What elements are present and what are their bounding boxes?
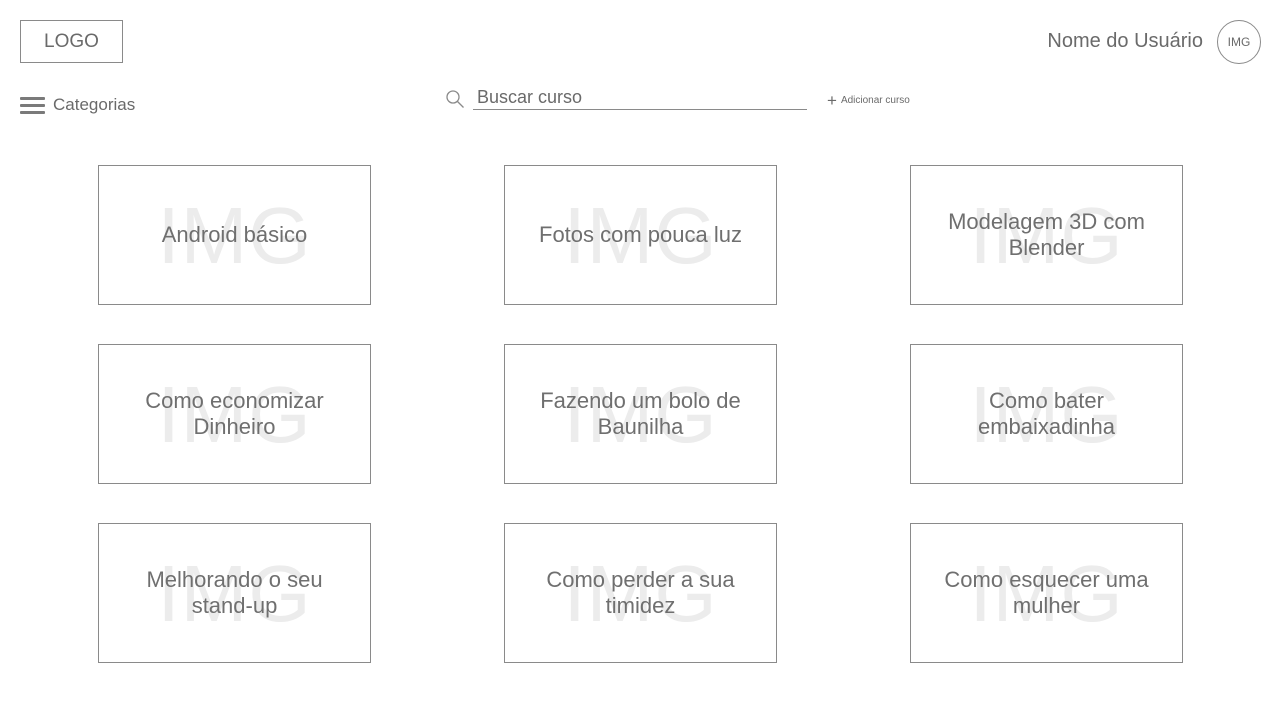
course-title: Como esquecer uma mulher (944, 567, 1149, 618)
course-title: Fazendo um bolo de Baunilha (540, 388, 741, 439)
search-input[interactable] (473, 86, 807, 110)
course-title: Fotos com pouca luz (539, 222, 742, 247)
course-card[interactable]: IMG Fotos com pouca luz (504, 165, 777, 305)
add-course-label: Adicionar curso (840, 95, 910, 106)
user-name[interactable]: Nome do Usuário (1047, 30, 1203, 53)
logo[interactable]: LOGO (20, 20, 123, 63)
course-card[interactable]: IMG Como esquecer uma mulher (910, 523, 1183, 663)
categories-menu[interactable]: Categorias (20, 94, 135, 116)
course-card[interactable]: IMG Melhorando o seu stand-up (98, 523, 371, 663)
plus-icon: + (827, 91, 837, 110)
add-course-button[interactable]: + Adicionar curso (827, 92, 910, 109)
course-card[interactable]: IMG Modelagem 3D com Blender (910, 165, 1183, 305)
course-title: Como bater embaixadinha (978, 388, 1115, 439)
search-icon[interactable] (445, 89, 465, 109)
course-title: Como economizar Dinheiro (145, 388, 324, 439)
course-title: Modelagem 3D com Blender (948, 209, 1145, 260)
course-title: Android básico (161, 222, 308, 247)
categories-label: Categorias (53, 95, 136, 114)
course-title: Melhorando o seu stand-up (146, 567, 323, 618)
hamburger-icon (20, 96, 45, 114)
course-title: Como perder a sua timidez (546, 567, 735, 618)
user-avatar[interactable]: IMG (1217, 20, 1261, 64)
course-card[interactable]: IMG Android básico (98, 165, 371, 305)
course-card[interactable]: IMG Fazendo um bolo de Baunilha (504, 344, 777, 484)
course-card[interactable]: IMG Como perder a sua timidez (504, 523, 777, 663)
course-card[interactable]: IMG Como economizar Dinheiro (98, 344, 371, 484)
course-card[interactable]: IMG Como bater embaixadinha (910, 344, 1183, 484)
